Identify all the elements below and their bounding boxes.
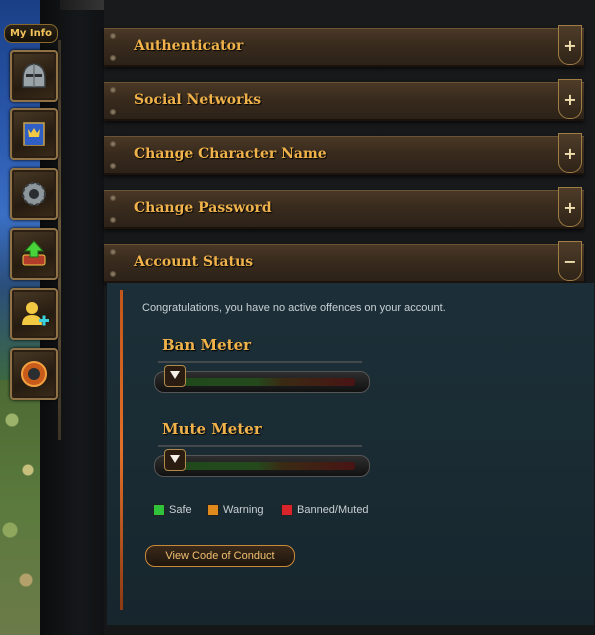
legend-banned-muted: Banned/Muted	[281, 504, 369, 516]
landscape-art	[0, 380, 40, 635]
mute-meter-marker	[164, 449, 186, 471]
status-message: Congratulations, you have no active offe…	[142, 302, 446, 314]
legend-label: Safe	[169, 504, 192, 516]
mute-meter-bar	[165, 462, 355, 470]
accordion-account-status[interactable]: Account Status −	[104, 241, 584, 283]
warning-swatch	[207, 504, 219, 516]
panel-accent-rail	[120, 290, 123, 610]
accordion-label: Authenticator	[134, 38, 244, 54]
banned-swatch	[281, 504, 293, 516]
accordion-social-networks[interactable]: Social Networks +	[104, 79, 584, 121]
accordion-change-character-name[interactable]: Change Character Name +	[104, 133, 584, 175]
accordion-label: Change Character Name	[134, 146, 327, 162]
add-friend-icon	[22, 302, 49, 326]
legend-label: Banned/Muted	[297, 504, 369, 516]
accordion-label: Account Status	[134, 254, 254, 270]
expand-button[interactable]: +	[558, 187, 582, 227]
accordion-label: Social Networks	[134, 92, 262, 108]
upgrade-button[interactable]	[10, 228, 58, 280]
safe-swatch	[153, 504, 165, 516]
accordion-label: Change Password	[134, 200, 272, 216]
expand-button[interactable]: +	[558, 25, 582, 65]
legend-warning: Warning	[207, 504, 264, 516]
shield-icon	[21, 361, 47, 387]
add-friend-button[interactable]	[10, 288, 58, 340]
accordion-change-password[interactable]: Change Password +	[104, 187, 584, 229]
upgrade-icon	[22, 240, 46, 266]
ban-meter	[154, 371, 370, 393]
banner-button[interactable]	[10, 108, 58, 160]
mute-meter-title: Mute Meter	[162, 420, 262, 438]
guild-button[interactable]	[10, 348, 58, 400]
mute-meter-divider	[158, 445, 362, 447]
mute-meter	[154, 455, 370, 477]
helmet-button[interactable]	[10, 50, 58, 102]
gear-icon	[22, 182, 46, 206]
ban-meter-bar	[165, 378, 355, 386]
expand-button[interactable]: +	[558, 133, 582, 173]
legend-label: Warning	[223, 504, 264, 516]
view-code-of-conduct-button[interactable]: View Code of Conduct	[145, 545, 295, 567]
settings-button[interactable]	[10, 168, 58, 220]
ban-meter-divider	[158, 361, 362, 363]
my-info-tab[interactable]: My Info	[4, 24, 58, 43]
accordion-authenticator[interactable]: Authenticator +	[104, 25, 584, 67]
ban-meter-title: Ban Meter	[162, 336, 252, 354]
collapse-button[interactable]: −	[558, 241, 582, 281]
expand-button[interactable]: +	[558, 79, 582, 119]
helmet-icon	[22, 63, 46, 88]
ban-meter-marker	[164, 365, 186, 387]
banner-icon	[23, 122, 45, 146]
legend-safe: Safe	[153, 504, 192, 516]
rail-divider	[58, 40, 61, 440]
